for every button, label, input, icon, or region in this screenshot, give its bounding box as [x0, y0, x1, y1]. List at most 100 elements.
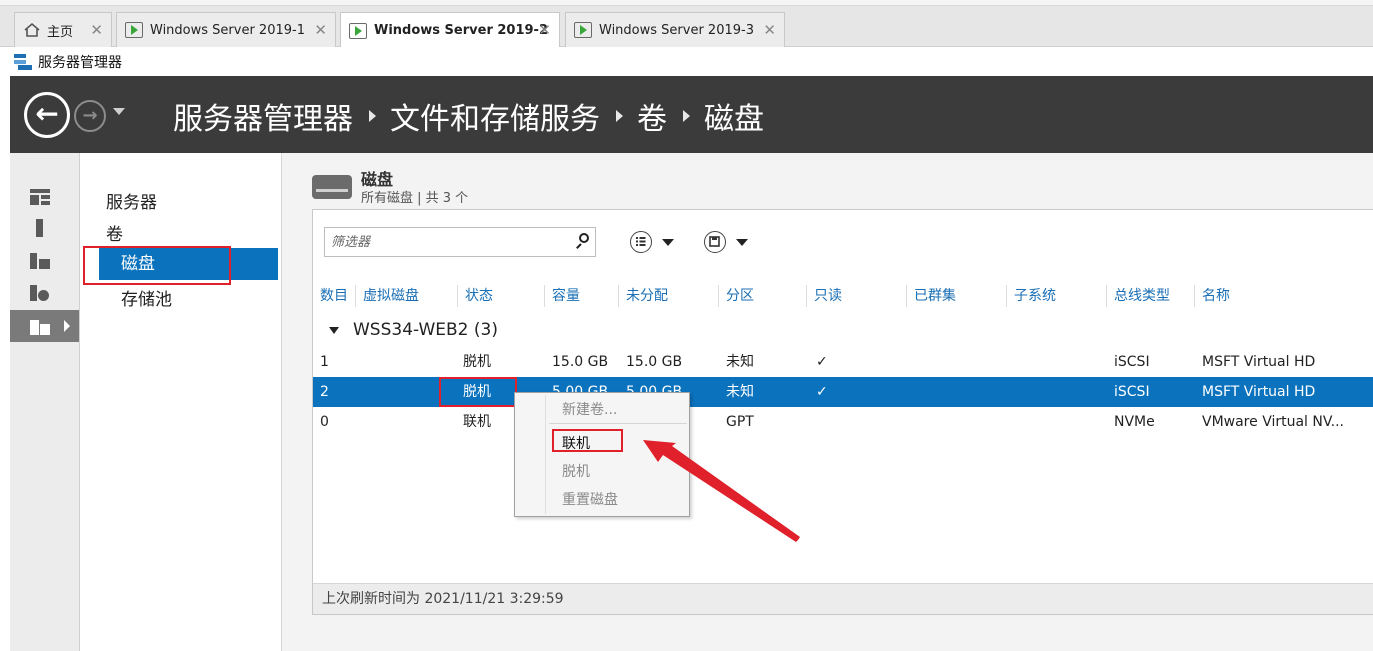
- chevron-down-icon: [736, 238, 748, 246]
- annotation-highlight-box: [552, 429, 623, 452]
- table-row[interactable]: 0 联机 GPT NVMe VMware Virtual NV...: [313, 407, 1373, 437]
- save-query-button[interactable]: [704, 229, 748, 255]
- history-dropdown-icon[interactable]: [113, 108, 125, 115]
- col-header-clustered[interactable]: 已群集: [907, 281, 956, 311]
- cell-readonly: ✓: [816, 354, 828, 370]
- close-icon[interactable]: ✕: [538, 21, 551, 39]
- tab-windows-server-2019-1[interactable]: Windows Server 2019-1 ✕: [116, 12, 336, 47]
- annotation-highlight-box: [439, 377, 517, 407]
- filter-input[interactable]: [331, 233, 569, 251]
- cell-readonly: ✓: [816, 384, 828, 400]
- breadcrumb-item[interactable]: 磁盘: [704, 94, 764, 138]
- save-icon: [704, 231, 726, 253]
- nav-item-storage-pools[interactable]: 存储池: [121, 285, 172, 310]
- disk-icon: [312, 175, 352, 199]
- col-header-partition[interactable]: 分区: [719, 281, 754, 311]
- cell-partition: 未知: [726, 384, 754, 400]
- back-arrow-icon[interactable]: ←: [24, 92, 70, 138]
- annotation-highlight-box: [83, 246, 231, 285]
- col-header-status[interactable]: 状态: [458, 281, 493, 311]
- app-header: ← → 服务器管理器 文件和存储服务 卷 磁盘: [10, 76, 1373, 153]
- cell-bus-type: NVMe: [1114, 414, 1155, 430]
- tab-label: Windows Server 2019-1: [150, 22, 305, 38]
- list-view-icon: [630, 231, 652, 253]
- main-content: 磁盘 所有磁盘 | 共 3 个 筛选器 数目 虚拟磁盘 状态 容量 未分配 分区…: [282, 153, 1373, 651]
- table-row[interactable]: 1 脱机 15.0 GB 15.0 GB 未知 ✓ iSCSI MSFT Vir…: [313, 347, 1373, 377]
- tab-label: Windows Server 2019-2: [374, 23, 549, 38]
- breadcrumb-item[interactable]: 文件和存储服务: [390, 94, 600, 138]
- menu-item-take-offline[interactable]: 脱机: [562, 461, 590, 481]
- all-servers-icon[interactable]: [10, 244, 79, 276]
- cell-name: VMware Virtual NV...: [1202, 414, 1344, 430]
- cell-bus-type: iSCSI: [1114, 354, 1150, 370]
- breadcrumb: 服务器管理器 文件和存储服务 卷 磁盘: [173, 94, 764, 138]
- forward-arrow-icon[interactable]: →: [74, 100, 106, 132]
- tab-windows-server-2019-2[interactable]: Windows Server 2019-2 ✕: [340, 12, 560, 48]
- col-header-virtual-disk[interactable]: 虚拟磁盘: [356, 281, 419, 311]
- section-subtitle: 所有磁盘 | 共 3 个: [361, 191, 469, 206]
- col-header-subsystem[interactable]: 子系统: [1007, 281, 1056, 311]
- chevron-down-icon: [662, 238, 674, 246]
- refresh-status: 上次刷新时间为 2021/11/21 3:29:59: [313, 583, 1373, 614]
- cell-unallocated: 15.0 GB: [626, 354, 683, 370]
- cell-status: 脱机: [463, 354, 491, 370]
- vm-icon: [349, 22, 367, 39]
- cell-name: MSFT Virtual HD: [1202, 354, 1316, 370]
- file-services-icon[interactable]: [10, 276, 79, 308]
- dashboard-icon[interactable]: [10, 180, 79, 212]
- tab-label: Windows Server 2019-3: [599, 22, 754, 38]
- server-group-header[interactable]: WSS34-WEB2 (3): [329, 320, 498, 340]
- col-header-readonly[interactable]: 只读: [807, 281, 842, 311]
- menu-separator: [549, 423, 687, 424]
- nav-panel: 服务器 卷 磁盘 存储池: [81, 153, 282, 651]
- context-menu: 新建卷... 联机 脱机 重置磁盘: [514, 392, 690, 517]
- col-header-number[interactable]: 数目: [313, 281, 348, 311]
- server-group-label: WSS34-WEB2 (3): [353, 320, 498, 340]
- breadcrumb-item[interactable]: 服务器管理器: [173, 94, 353, 138]
- col-header-bus-type[interactable]: 总线类型: [1107, 281, 1170, 311]
- filter-box[interactable]: [324, 227, 596, 257]
- menu-item-reset-disk[interactable]: 重置磁盘: [562, 489, 618, 509]
- home-icon: [23, 22, 41, 38]
- breadcrumb-separator-icon: [616, 110, 623, 122]
- col-header-name[interactable]: 名称: [1195, 281, 1230, 311]
- nav-item-servers[interactable]: 服务器: [106, 188, 157, 213]
- breadcrumb-item[interactable]: 卷: [637, 94, 667, 138]
- cell-number: 2: [320, 384, 329, 400]
- menu-item-new-volume[interactable]: 新建卷...: [562, 399, 617, 419]
- col-header-unallocated[interactable]: 未分配: [619, 281, 668, 311]
- cell-partition: 未知: [726, 354, 754, 370]
- close-icon[interactable]: ✕: [90, 21, 103, 39]
- cell-status: 联机: [463, 414, 491, 430]
- cell-number: 0: [320, 414, 329, 430]
- breadcrumb-separator-icon: [683, 110, 690, 122]
- cell-bus-type: iSCSI: [1114, 384, 1150, 400]
- cell-partition: GPT: [726, 414, 754, 430]
- cell-capacity: 15.0 GB: [552, 354, 609, 370]
- close-icon[interactable]: ✕: [763, 21, 776, 39]
- storage-icon[interactable]: [10, 310, 79, 342]
- vm-icon: [125, 22, 143, 38]
- local-server-icon[interactable]: [10, 212, 79, 244]
- icon-sidebar: [10, 153, 80, 651]
- browser-tab-bar: 主页 ✕ Windows Server 2019-1 ✕ Windows Ser…: [0, 0, 1373, 48]
- cell-number: 1: [320, 354, 329, 370]
- window-title-bar: 服务器管理器: [0, 47, 1373, 76]
- tab-windows-server-2019-3[interactable]: Windows Server 2019-3 ✕: [565, 12, 785, 47]
- close-icon[interactable]: ✕: [314, 21, 327, 39]
- expand-triangle-icon[interactable]: [329, 326, 339, 334]
- tab-label: 主页: [47, 24, 74, 40]
- expand-arrow-icon: [64, 320, 70, 332]
- server-manager-icon: [14, 53, 32, 70]
- nav-item-volumes[interactable]: 卷: [106, 220, 123, 245]
- cell-name: MSFT Virtual HD: [1202, 384, 1316, 400]
- vm-icon: [574, 22, 592, 38]
- window-title: 服务器管理器: [38, 54, 122, 71]
- list-view-button[interactable]: [630, 229, 674, 255]
- search-icon[interactable]: [575, 233, 589, 249]
- tab-home[interactable]: 主页 ✕: [14, 12, 112, 47]
- breadcrumb-separator-icon: [369, 110, 376, 122]
- col-header-capacity[interactable]: 容量: [545, 281, 580, 311]
- disks-panel: 数目 虚拟磁盘 状态 容量 未分配 分区 只读 已群集 子系统 总线类型 名称 …: [312, 209, 1373, 615]
- column-headers: 数目 虚拟磁盘 状态 容量 未分配 分区 只读 已群集 子系统 总线类型 名称: [313, 281, 1373, 311]
